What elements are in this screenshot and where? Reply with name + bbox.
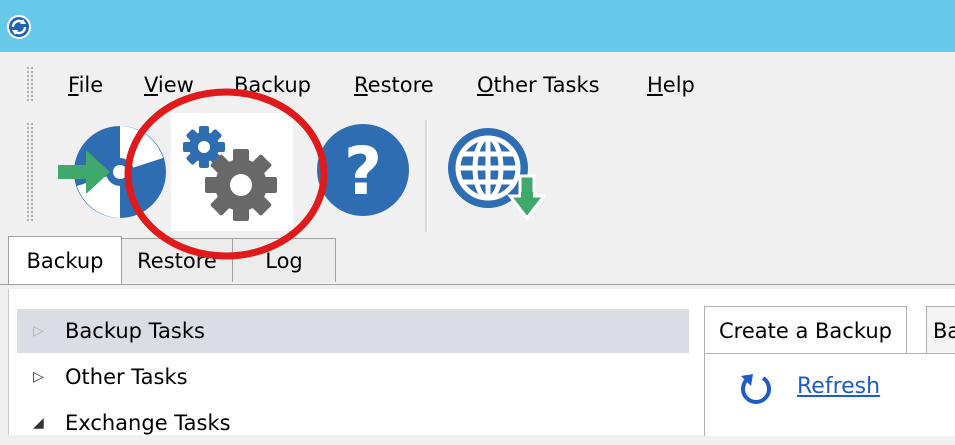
main-panel: ▷ Backup Tasks ▷ Other Tasks ◢ Exchange … — [8, 289, 955, 436]
tab-backup[interactable]: Backup — [8, 236, 122, 284]
tree-item-label: Exchange Tasks — [65, 411, 231, 435]
disc-arrow-icon — [58, 126, 166, 218]
tab-log[interactable]: Log — [232, 238, 336, 282]
help-button[interactable]: ? — [313, 120, 413, 220]
tree-item-other-tasks[interactable]: ▷ Other Tasks — [17, 355, 689, 399]
menu-help[interactable]: Help — [647, 72, 695, 98]
help-icon: ? — [317, 124, 409, 216]
restore-disc-button[interactable] — [52, 120, 168, 224]
menu-bar: File View Backup Restore Other Tasks Hel… — [0, 52, 955, 108]
menu-backup[interactable]: Backup — [234, 72, 311, 98]
svg-text:?: ? — [344, 133, 382, 210]
toolbar-grip[interactable] — [26, 122, 34, 222]
globe-download-icon — [448, 128, 548, 221]
web-update-button[interactable] — [440, 118, 550, 228]
tab-underline — [0, 284, 955, 285]
menu-restore[interactable]: Restore — [354, 72, 434, 98]
expand-arrow-icon[interactable]: ▷ — [33, 309, 49, 353]
menu-file[interactable]: File — [68, 72, 103, 98]
tab-create-a-backup[interactable]: Create a Backup — [704, 306, 907, 354]
collapse-arrow-icon[interactable]: ◢ — [33, 401, 49, 445]
tree-item-exchange-tasks[interactable]: ◢ Exchange Tasks — [17, 401, 689, 445]
refresh-icon — [741, 374, 771, 404]
menu-grip[interactable] — [26, 66, 34, 102]
create-backup-panel: Refresh — [704, 353, 955, 436]
menu-view[interactable]: View — [144, 72, 194, 98]
toolbar-separator — [425, 120, 428, 232]
expand-arrow-icon[interactable]: ▷ — [33, 355, 49, 399]
tab-restore[interactable]: Restore — [121, 238, 233, 282]
main-tabstrip: Backup Restore Log — [0, 236, 955, 288]
tab-backup-partial[interactable]: Ba — [926, 306, 955, 354]
title-bar — [0, 0, 955, 52]
tree-item-backup-tasks[interactable]: ▷ Backup Tasks — [17, 309, 689, 353]
gears-icon — [183, 126, 277, 221]
settings-button[interactable] — [171, 113, 293, 231]
app-logo-icon — [7, 15, 31, 39]
refresh-label[interactable]: Refresh — [797, 372, 880, 402]
toolbar: ? — [0, 108, 955, 238]
tree-item-label: Backup Tasks — [65, 319, 205, 343]
tree-item-label: Other Tasks — [65, 365, 188, 389]
menu-other-tasks[interactable]: Other Tasks — [477, 72, 600, 98]
